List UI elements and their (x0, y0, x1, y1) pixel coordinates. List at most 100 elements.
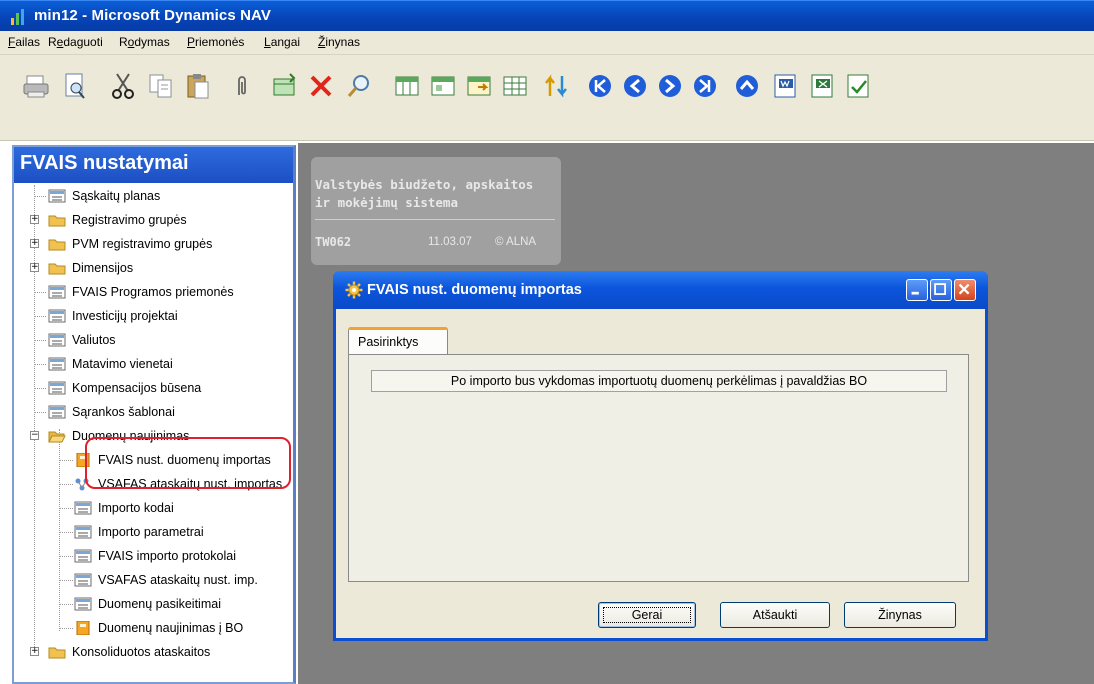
copyright: © ALNA (495, 236, 537, 248)
gear-icon (345, 281, 363, 299)
folder-icon (48, 263, 66, 275)
nav-item-fvais-programos-priemones[interactable]: FVAIS Programos priemonės (48, 281, 234, 303)
list-icon (48, 189, 66, 203)
expand-button[interactable]: + (30, 239, 39, 248)
expand-button[interactable]: + (30, 263, 39, 272)
nav-item-label: Importo kodai (98, 501, 174, 515)
new-record-icon[interactable] (270, 71, 300, 101)
list-icon[interactable] (464, 71, 494, 101)
expand-button[interactable]: + (30, 215, 39, 224)
close-icon (958, 283, 970, 295)
menu-label: Žinynas (318, 35, 361, 49)
previous-record-icon[interactable] (620, 71, 650, 101)
nav-item-matavimo-vienetai[interactable]: Matavimo vienetai (48, 353, 173, 375)
menu-langai[interactable]: Langai (264, 35, 300, 49)
list-icon (48, 381, 66, 395)
find-icon[interactable] (344, 71, 374, 101)
grid-icon[interactable] (500, 71, 530, 101)
nav-pane-title: FVAIS nustatymai (14, 147, 293, 183)
nav-item-kompensacijos-busena[interactable]: Kompensacijos būsena (48, 377, 201, 399)
collapse-button[interactable]: − (30, 431, 39, 440)
nav-item-label: PVM registravimo grupės (72, 237, 213, 251)
menu-label: Priemonės (187, 35, 245, 49)
ok-button[interactable]: Gerai (598, 602, 696, 628)
options-panel: Po importo bus vykdomas importuotų duome… (348, 354, 969, 582)
list-icon (48, 309, 66, 323)
nav-item-label: Sąskaitų planas (72, 189, 161, 203)
help-button[interactable]: Žinynas (844, 602, 956, 628)
list-icon (74, 501, 92, 515)
card-icon[interactable] (428, 71, 458, 101)
menu-bar: Failas Redaguoti Rodymas Priemonės Langa… (0, 31, 1094, 55)
list-icon (74, 597, 92, 611)
navigation-pane: FVAIS nustatymai Sąskaitų planas + Regis… (12, 145, 296, 684)
up-icon[interactable] (732, 71, 762, 101)
menu-label: Rodymas (119, 35, 170, 49)
list-icon (48, 405, 66, 419)
copy-icon[interactable] (146, 71, 176, 101)
paste-icon[interactable] (183, 71, 213, 101)
nav-item-label: Matavimo vienetai (72, 357, 173, 371)
nav-item-label: Duomenų pasikeitimai (98, 597, 221, 611)
cancel-button[interactable]: Atšaukti (720, 602, 830, 628)
dialog-title-bar[interactable]: FVAIS nust. duomenų importas (333, 271, 988, 309)
first-record-icon[interactable] (585, 71, 615, 101)
nav-item-fvais-importo-protokolai[interactable]: FVAIS importo protokolai (74, 545, 236, 567)
menu-zinynas[interactable]: Žinynas (318, 35, 360, 49)
print-preview-icon[interactable] (60, 71, 90, 101)
nav-item-saskaitu-planas[interactable]: Sąskaitų planas (48, 185, 160, 207)
menu-rodymas[interactable]: Rodymas (119, 35, 170, 49)
workspace: Valstybės biudžeto, apskaitos ir mokėjim… (298, 143, 1094, 684)
nav-item-valiutos[interactable]: Valiutos (48, 329, 116, 351)
nav-item-label: Importo parametrai (98, 525, 204, 539)
list-icon (48, 357, 66, 371)
expand-button[interactable]: + (30, 647, 39, 656)
nav-item-label: Duomenų naujinimas į BO (98, 621, 244, 635)
window-title: min12 - Microsoft Dynamics NAV (34, 7, 271, 24)
nav-item-sarankos-sablonai[interactable]: Sąrankos šablonai (48, 401, 175, 423)
send-icon[interactable] (843, 71, 873, 101)
cut-icon[interactable] (108, 71, 138, 101)
product-date: 11.03.07 (428, 236, 472, 248)
toolbar (0, 55, 1094, 141)
export-excel-icon[interactable] (807, 71, 837, 101)
export-word-icon[interactable] (770, 71, 800, 101)
nav-item-vsafas-ataskaitu-nust-imp[interactable]: VSAFAS ataskaitų nust. imp. (74, 569, 258, 591)
menu-priemones[interactable]: Priemonės (187, 35, 244, 49)
attach-icon[interactable] (227, 71, 257, 101)
dynamics-nav-icon (11, 9, 24, 25)
dialog-title: FVAIS nust. duomenų importas (367, 282, 582, 298)
close-button[interactable] (954, 279, 976, 301)
nav-item-label: Valiutos (72, 333, 116, 347)
print-icon[interactable] (21, 71, 51, 101)
list-icon (74, 573, 92, 587)
nav-item-investiciju-projektai[interactable]: Investicijų projektai (48, 305, 178, 327)
delete-icon[interactable] (306, 71, 336, 101)
nav-item-label: FVAIS Programos priemonės (72, 285, 234, 299)
table-icon[interactable] (392, 71, 422, 101)
nav-item-dimensijos[interactable]: Dimensijos (48, 257, 133, 279)
title-bar[interactable]: min12 - Microsoft Dynamics NAV (0, 0, 1094, 31)
sort-icon[interactable] (541, 71, 571, 101)
nav-item-pvm-registravimo-grupes[interactable]: PVM registravimo grupės (48, 233, 212, 255)
menu-failas[interactable]: Failas (8, 35, 40, 49)
product-name-line1: Valstybės biudžeto, apskaitos (315, 177, 534, 192)
list-icon (74, 549, 92, 563)
import-dialog: FVAIS nust. duomenų importas Pasirinktys… (333, 271, 988, 641)
tab-pasirinktys[interactable]: Pasirinktys (348, 327, 448, 355)
nav-item-importo-kodai[interactable]: Importo kodai (74, 497, 174, 519)
nav-item-konsoliduotos-ataskaitos[interactable]: Konsoliduotos ataskaitos (48, 641, 210, 663)
maximize-button[interactable] (930, 279, 952, 301)
next-record-icon[interactable] (655, 71, 685, 101)
last-record-icon[interactable] (690, 71, 720, 101)
nav-item-importo-parametrai[interactable]: Importo parametrai (74, 521, 204, 543)
nav-item-duomenu-naujinimas-i-bo[interactable]: Duomenų naujinimas į BO (74, 617, 243, 639)
minimize-button[interactable] (906, 279, 928, 301)
nav-item-registravimo-grupes[interactable]: Registravimo grupės (48, 209, 187, 231)
menu-redaguoti[interactable]: Redaguoti (48, 35, 103, 49)
menu-label: Langai (264, 35, 301, 49)
nav-item-duomenu-pasikeitimai[interactable]: Duomenų pasikeitimai (74, 593, 221, 615)
ok-button-label: Gerai (602, 607, 692, 623)
info-message: Po importo bus vykdomas importuotų duome… (371, 370, 947, 392)
nav-client-window: min12 - Microsoft Dynamics NAV Failas Re… (0, 0, 1094, 684)
